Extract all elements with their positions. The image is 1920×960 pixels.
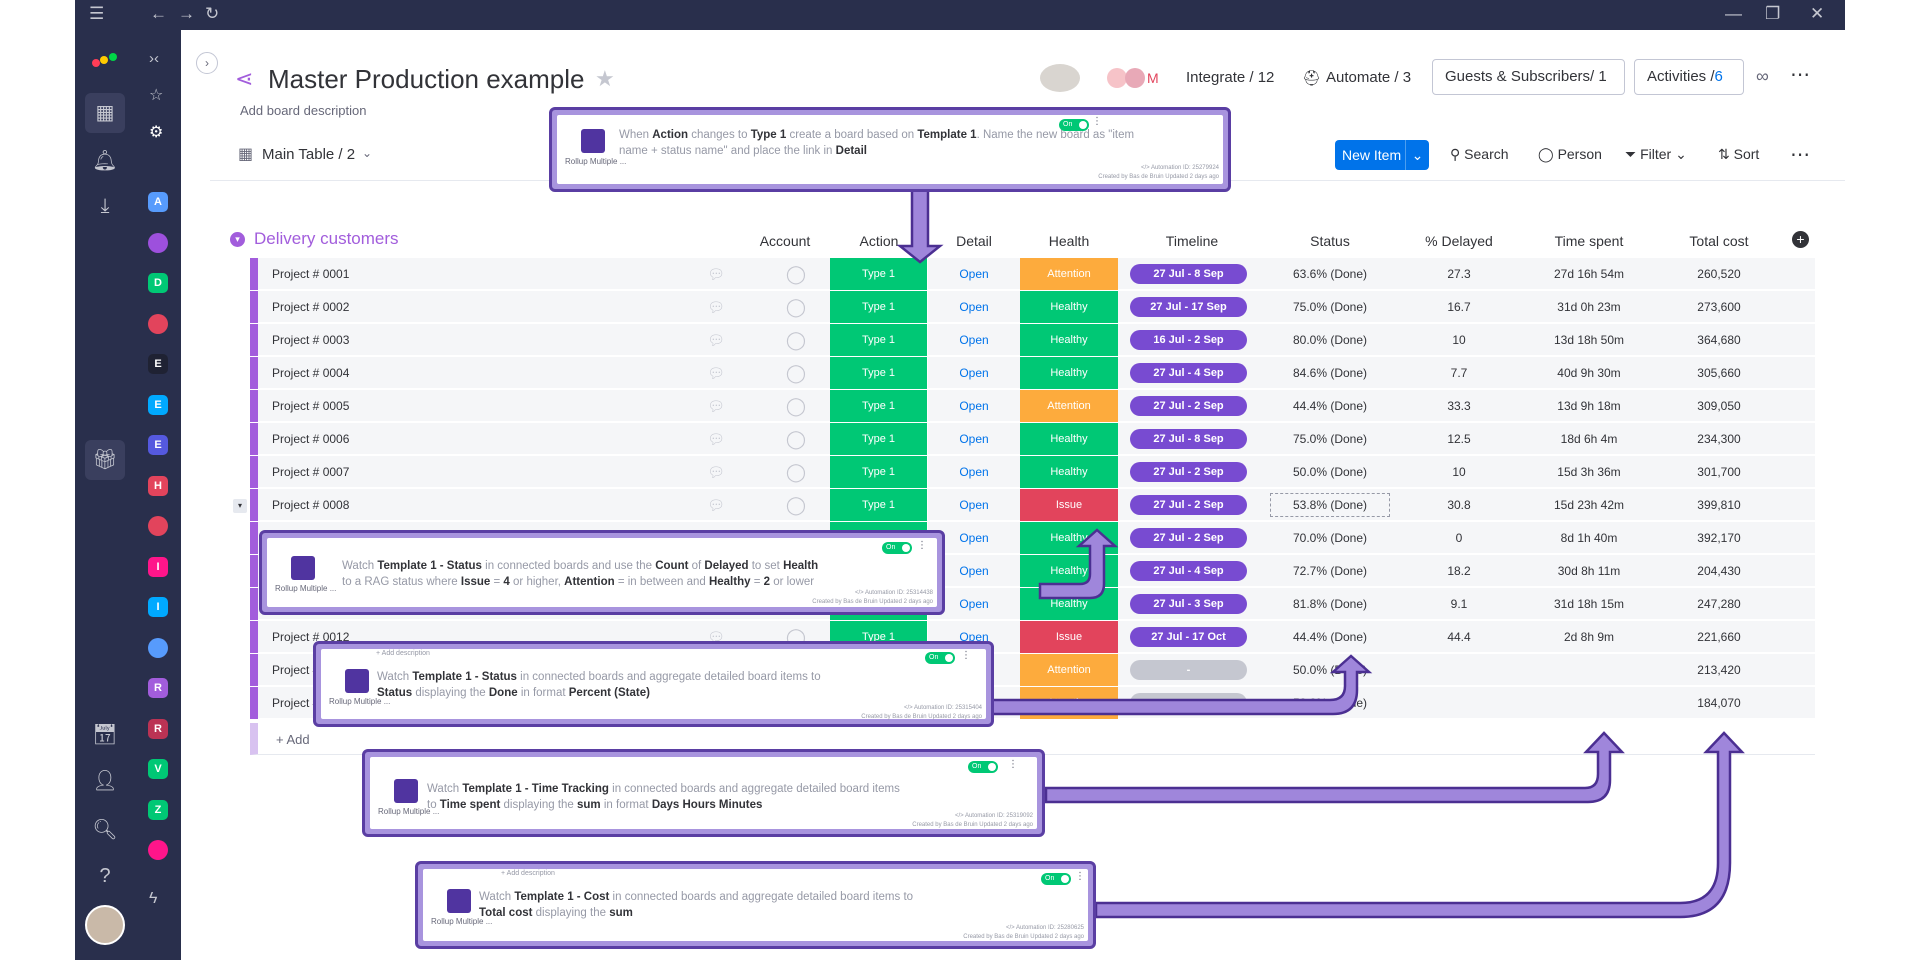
automation-id: </> Automation ID: 25319092: [954, 813, 1033, 819]
automation-card-body: Rollup Multiple ... When Action changes …: [557, 115, 1223, 184]
automation-created-by: Created by Bas de Bruin Updated 2 days a…: [912, 822, 1033, 828]
rollup-logo-icon: [291, 556, 315, 580]
rollup-logo-icon: [394, 779, 418, 803]
automation-card-create-board[interactable]: Rollup Multiple ... When Action changes …: [549, 107, 1231, 192]
rollup-logo-icon: [581, 129, 605, 153]
automation-created-by: Created by Bas de Bruin Updated 2 days a…: [812, 599, 933, 605]
automation-toggle[interactable]: On: [968, 761, 998, 773]
automation-id: </> Automation ID: 25280625: [1005, 925, 1084, 931]
automation-text: Watch Template 1 - Status in connected b…: [377, 671, 821, 699]
automation-text: Watch Template 1 - Status in connected b…: [342, 560, 819, 588]
automation-toggle[interactable]: On: [1041, 873, 1071, 885]
automation-toggle[interactable]: On: [925, 652, 955, 664]
arrow-to-total-cost: [1094, 731, 1745, 919]
automation-id: </> Automation ID: 25314438: [854, 590, 933, 596]
arrow-to-time-spent: [1044, 731, 1625, 804]
more-options-icon[interactable]: ⋮: [1075, 871, 1085, 882]
automation-card-time-spent[interactable]: Rollup Multiple ... Watch Template 1 - T…: [362, 749, 1045, 837]
rollup-logo-label: Rollup Multiple ...: [275, 584, 337, 593]
rollup-logo-icon: [447, 889, 471, 913]
automation-text: When Action changes to Type 1 create a b…: [619, 129, 1135, 157]
automation-id: </> Automation ID: 25279924: [1140, 165, 1219, 171]
automation-card-status[interactable]: + Add description Rollup Multiple ... Wa…: [313, 641, 994, 727]
rollup-logo-label: Rollup Multiple ...: [565, 157, 627, 166]
automation-card-body: Rollup Multiple ... Watch Template 1 - S…: [267, 538, 937, 607]
automation-created-by: Created by Bas de Bruin Updated 2 days a…: [963, 934, 1084, 940]
automation-toggle[interactable]: On: [882, 542, 912, 554]
automation-text: Watch Template 1 - Cost in connected boa…: [479, 891, 914, 919]
automation-card-total-cost[interactable]: + Add description Rollup Multiple ... Wa…: [415, 861, 1096, 949]
automation-text: Watch Template 1 - Time Tracking in conn…: [427, 783, 900, 811]
arrow-to-status: [990, 654, 1373, 716]
arrow-to-health: [1038, 528, 1119, 600]
automation-card-body: + Add description Rollup Multiple ... Wa…: [423, 869, 1088, 941]
add-description[interactable]: + Add description: [376, 650, 430, 657]
rollup-logo-icon: [345, 669, 369, 693]
automation-card-body: Rollup Multiple ... Watch Template 1 - T…: [370, 757, 1037, 829]
add-description[interactable]: + Add description: [501, 870, 555, 877]
more-options-icon[interactable]: ⋮: [961, 650, 971, 661]
more-options-icon[interactable]: ⋮: [917, 540, 927, 551]
automation-toggle[interactable]: On: [1059, 119, 1089, 131]
more-options-icon[interactable]: ⋮: [1008, 759, 1018, 770]
automation-created-by: Created by Bas de Bruin Updated 2 days a…: [861, 714, 982, 720]
automation-card-body: + Add description Rollup Multiple ... Wa…: [321, 649, 986, 720]
automation-card-health[interactable]: Rollup Multiple ... Watch Template 1 - S…: [259, 530, 945, 615]
automation-id: </> Automation ID: 25315404: [903, 705, 982, 711]
more-options-icon[interactable]: ⋮: [1092, 116, 1102, 127]
arrow-to-action: [896, 188, 944, 264]
automation-created-by: Created by Bas de Bruin Updated 2 days a…: [1098, 174, 1219, 180]
